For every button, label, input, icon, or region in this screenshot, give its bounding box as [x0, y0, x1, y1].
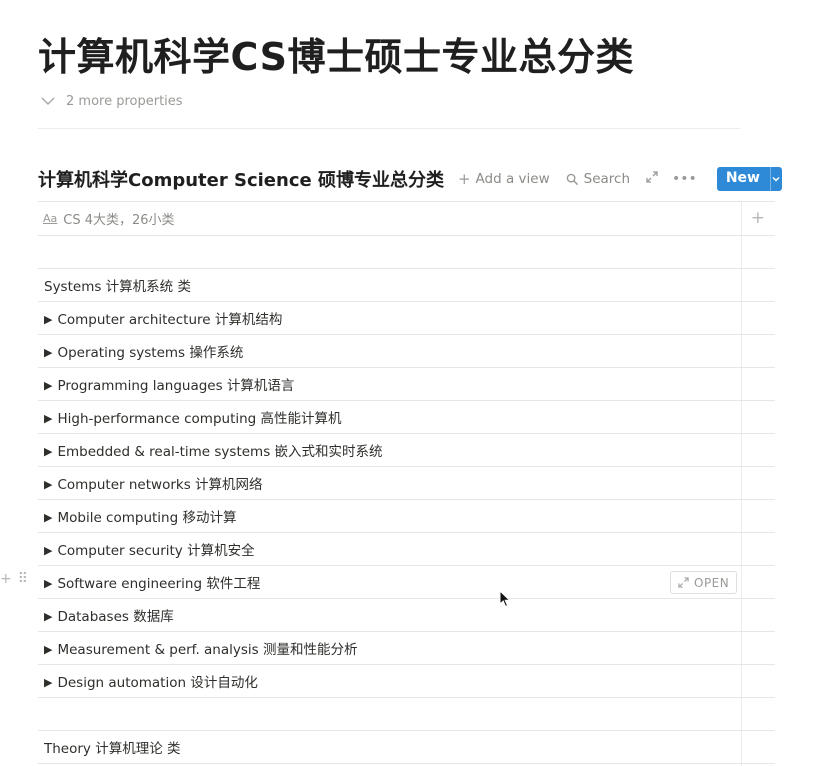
table-row[interactable]: Systems 计算机系统 类: [38, 269, 775, 302]
row-title-toggle[interactable]: ▶ Measurement & perf. analysis 测量和性能分析: [38, 638, 358, 658]
new-button[interactable]: New: [717, 167, 770, 191]
row-title: High-performance computing 高性能计算机: [57, 411, 342, 427]
add-column-icon[interactable]: +: [751, 208, 765, 228]
row-title[interactable]: Theory 计算机理论 类: [38, 737, 181, 757]
table-row[interactable]: ▶ Databases 数据库: [38, 599, 775, 632]
toggle-triangle-icon[interactable]: ▶: [44, 445, 52, 458]
search-label: Search: [583, 171, 631, 187]
row-title: Databases 数据库: [57, 609, 174, 625]
database-header: 计算机科学Computer Science 硕博专业总分类 + Add a vi…: [38, 164, 782, 194]
toggle-triangle-icon[interactable]: ▶: [44, 478, 52, 491]
toggle-triangle-icon[interactable]: ▶: [44, 412, 52, 425]
row-title-toggle[interactable]: ▶ Operating systems 操作系统: [38, 341, 243, 361]
row-title-toggle[interactable]: ▶ Computer networks 计算机网络: [38, 473, 263, 493]
row-title-toggle[interactable]: ▶ Mobile computing 移动计算: [38, 506, 236, 526]
row-handles[interactable]: + ⠿: [0, 571, 28, 587]
toggle-triangle-icon[interactable]: ▶: [44, 676, 52, 689]
table-row[interactable]: ▶ Computer architecture 计算机结构: [38, 302, 775, 335]
row-title-toggle[interactable]: ▶ Software engineering 软件工程: [38, 572, 260, 592]
database-table: Aa CS 4大类，26小类 + Systems 计算机系统 类 ▶ Comput…: [38, 201, 775, 764]
database-title[interactable]: 计算机科学Computer Science 硕博专业总分类: [38, 166, 444, 192]
plus-icon: +: [457, 170, 471, 188]
chevron-down-icon: [41, 97, 55, 105]
row-title: Computer architecture 计算机结构: [57, 312, 283, 328]
row-title-toggle[interactable]: ▶ High-performance computing 高性能计算机: [38, 407, 342, 427]
toggle-triangle-icon[interactable]: ▶: [44, 643, 52, 656]
toggle-triangle-icon[interactable]: ▶: [44, 610, 52, 623]
open-button[interactable]: OPEN: [670, 571, 738, 594]
table-header: Aa CS 4大类，26小类 +: [38, 201, 775, 236]
table-row[interactable]: [38, 236, 775, 269]
drag-handle-icon[interactable]: ⠿: [18, 571, 28, 587]
table-row[interactable]: ▶ Operating systems 操作系统: [38, 335, 775, 368]
toggle-triangle-icon[interactable]: ▶: [44, 346, 52, 359]
divider: [38, 128, 740, 129]
add-row-icon[interactable]: +: [0, 571, 12, 587]
row-title-toggle[interactable]: ▶ Design automation 设计自动化: [38, 671, 258, 691]
row-title: Operating systems 操作系统: [57, 345, 244, 361]
table-row[interactable]: ▶ Computer networks 计算机网络: [38, 467, 775, 500]
toggle-triangle-icon[interactable]: ▶: [44, 577, 52, 590]
row-title[interactable]: Systems 计算机系统 类: [38, 275, 191, 295]
text-property-icon: Aa: [43, 212, 58, 225]
table-row[interactable]: ▶ Embedded & real-time systems 嵌入式和实时系统: [38, 434, 775, 467]
expand-button[interactable]: [646, 171, 658, 187]
row-title: Embedded & real-time systems 嵌入式和实时系统: [57, 444, 383, 460]
row-title-toggle[interactable]: ▶ Computer architecture 计算机结构: [38, 308, 282, 328]
open-label: OPEN: [694, 575, 730, 590]
search-button[interactable]: Search: [566, 171, 630, 187]
search-icon: [566, 173, 578, 185]
table-row[interactable]: ▶ Computer security 计算机安全: [38, 533, 775, 566]
table-row[interactable]: ▶ Design automation 设计自动化: [38, 665, 775, 698]
table-row[interactable]: ▶ Mobile computing 移动计算: [38, 500, 775, 533]
table-row[interactable]: [38, 698, 775, 731]
new-button-group: New: [716, 167, 782, 191]
toggle-triangle-icon[interactable]: ▶: [44, 379, 52, 392]
toggle-triangle-icon[interactable]: ▶: [44, 544, 52, 557]
row-title: Computer security 计算机安全: [57, 543, 255, 559]
more-properties-toggle[interactable]: 2 more properties: [40, 93, 183, 109]
toggle-triangle-icon[interactable]: ▶: [44, 313, 52, 326]
mouse-cursor-icon: [499, 590, 511, 608]
row-title: Programming languages 计算机语言: [57, 378, 295, 394]
page-title: 计算机科学CS博士硕士专业总分类: [38, 35, 634, 79]
row-title-toggle[interactable]: ▶ Embedded & real-time systems 嵌入式和实时系统: [38, 440, 383, 460]
table-row[interactable]: ▶ High-performance computing 高性能计算机: [38, 401, 775, 434]
chevron-down-icon: [772, 176, 781, 182]
more-icon: •••: [672, 171, 697, 187]
table-row[interactable]: ▶ Software engineering 软件工程 OPEN: [38, 566, 775, 599]
more-properties-label: 2 more properties: [66, 93, 183, 109]
row-title: Mobile computing 移动计算: [57, 510, 237, 526]
new-dropdown-button[interactable]: [769, 167, 782, 191]
row-title-toggle[interactable]: ▶ Computer security 计算机安全: [38, 539, 255, 559]
toggle-triangle-icon[interactable]: ▶: [44, 511, 52, 524]
expand-icon: [678, 577, 689, 588]
row-title: Measurement & perf. analysis 测量和性能分析: [57, 642, 358, 658]
add-view-button[interactable]: + Add a view: [458, 170, 550, 188]
row-title-toggle[interactable]: ▶ Programming languages 计算机语言: [38, 374, 294, 394]
row-title: Software engineering 软件工程: [57, 576, 261, 592]
column-header-name[interactable]: CS 4大类，26小类: [63, 209, 174, 228]
add-view-label: Add a view: [475, 171, 550, 187]
expand-icon: [646, 171, 658, 183]
row-title-toggle[interactable]: ▶ Databases 数据库: [38, 605, 174, 625]
more-button[interactable]: •••: [672, 171, 697, 187]
table-row[interactable]: Theory 计算机理论 类: [38, 731, 775, 764]
row-title: Design automation 设计自动化: [57, 675, 258, 691]
row-title: Computer networks 计算机网络: [57, 477, 263, 493]
table-row[interactable]: ▶ Measurement & perf. analysis 测量和性能分析: [38, 632, 775, 665]
table-row[interactable]: ▶ Programming languages 计算机语言: [38, 368, 775, 401]
